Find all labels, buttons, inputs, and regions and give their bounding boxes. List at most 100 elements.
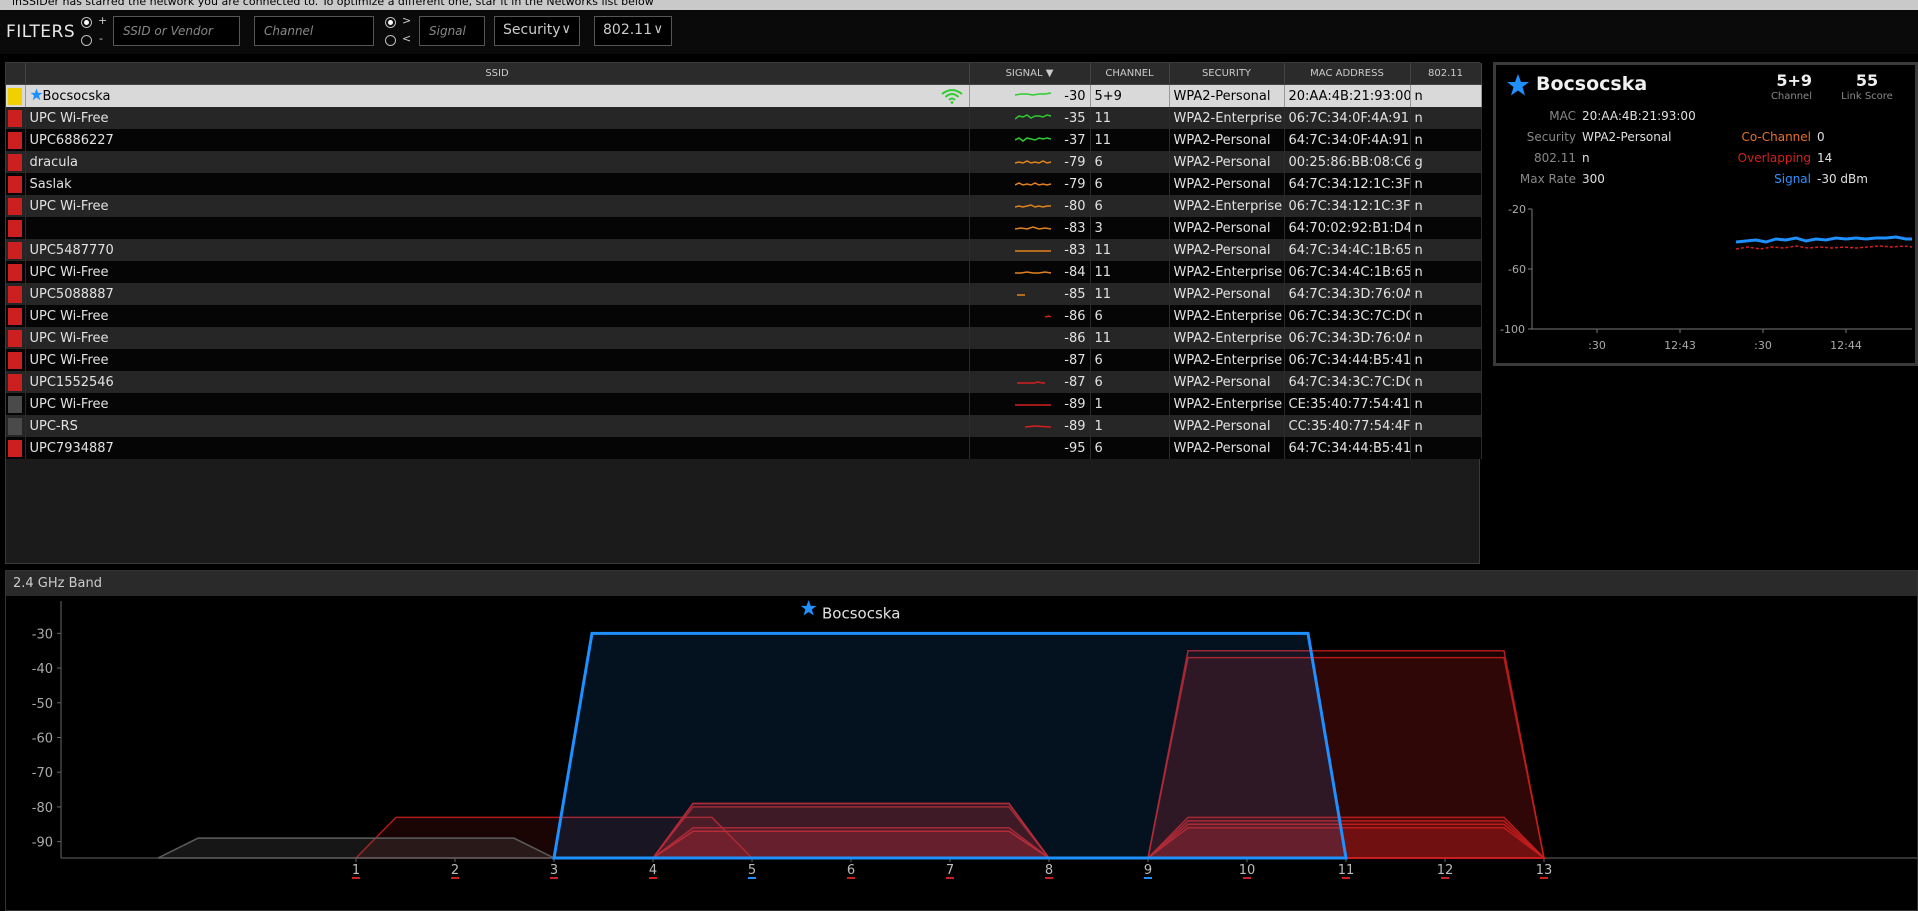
table-row[interactable]: UPC-RS -89 1 WPA2-Personal CC:35:40:77:54:4F… (6, 415, 1482, 437)
ssid-text: UPC6886227 (29, 132, 114, 148)
column-header-security[interactable]: SECURITY (1169, 63, 1285, 85)
ssid-exclude-radio[interactable] (81, 35, 92, 46)
signal-greater-symbol: > (402, 14, 412, 27)
cell-ssid (25, 217, 970, 239)
ssid-include-radio[interactable] (81, 17, 92, 28)
color-swatch (8, 109, 22, 127)
cell-mac: 64:7C:34:3D:76:0A (1284, 283, 1411, 305)
column-header-channel[interactable]: CHANNEL (1090, 63, 1170, 85)
color-swatch (8, 153, 22, 171)
table-row[interactable]: UPC5487770 -83 11 WPA2-Personal 64:7C:34:4C:… (6, 239, 1482, 261)
band-x-tick-label: 9 (1144, 863, 1152, 878)
column-header-ssid[interactable]: SSID (25, 63, 970, 85)
ssid-text: UPC5487770 (29, 242, 114, 258)
row-color-swatch[interactable] (6, 195, 26, 217)
table-row[interactable]: Saslak -79 6 WPA2-Personal 64:7C:34:12:1C:3F… (6, 173, 1482, 195)
table-row[interactable]: UPC1552546 -87 6 WPA2-Personal 64:7C:34:3C:7… (6, 371, 1482, 393)
cell-mode: n (1410, 437, 1482, 459)
cell-mac: 64:7C:34:0F:4A:91 (1284, 129, 1411, 151)
mode-select-label: 802.11 (603, 22, 652, 38)
security-select[interactable]: Security ∨ (494, 16, 580, 46)
detail-mac-value: 20:AA:4B:21:93:00 (1582, 109, 1696, 123)
cell-mode: n (1410, 217, 1482, 239)
channel-input[interactable]: Channel (254, 16, 374, 46)
row-color-swatch[interactable] (6, 349, 26, 371)
cell-security: WPA2-Personal (1169, 151, 1285, 173)
table-row[interactable]: UPC7934887 -95 6 WPA2-Personal 64:7C:34:44:B… (6, 437, 1482, 459)
cell-signal: -80 (969, 195, 1091, 217)
row-color-swatch[interactable] (6, 415, 26, 437)
row-color-swatch[interactable] (6, 84, 26, 107)
table-row[interactable]: dracula -79 6 WPA2-Personal 00:25:86:BB:08:C… (6, 151, 1482, 173)
cell-ssid: Saslak (25, 173, 970, 195)
detail-signal-line (1735, 235, 1912, 244)
band-chart-panel: 2.4 GHz Band -30 -40 -50 -60 -70 -80 -90 1 2 3 4 5 6… (5, 570, 1918, 911)
ssid-text: UPC Wi-Free (29, 330, 109, 346)
column-header-mac[interactable]: MAC ADDRESS (1284, 63, 1411, 85)
ssid-vendor-input[interactable]: SSID or Vendor (113, 16, 240, 46)
detail-graph-y-tick: -20 (1508, 203, 1526, 216)
cell-mode: n (1410, 415, 1482, 437)
table-row[interactable]: -83 3 WPA2-Personal 64:70:02:92:B1:D4 n (6, 217, 1482, 239)
signal-input[interactable]: Signal (419, 16, 485, 46)
star-icon[interactable] (30, 88, 43, 101)
table-row[interactable]: UPC Wi-Free -35 11 WPA2-Enterprise 06:7C:34:… (6, 107, 1482, 129)
cell-mode: n (1410, 371, 1482, 393)
signal-value: -79 (1064, 176, 1086, 192)
row-color-swatch[interactable] (6, 151, 26, 173)
row-color-swatch[interactable] (6, 305, 26, 327)
signal-less-radio[interactable] (385, 35, 396, 46)
row-color-swatch[interactable] (6, 327, 26, 349)
signal-value: -83 (1064, 242, 1086, 258)
table-row[interactable]: UPC Wi-Free -80 6 WPA2-Enterprise 06:7C:34:1… (6, 195, 1482, 217)
row-color-swatch[interactable] (6, 107, 26, 129)
band-x-tick-label: 7 (946, 863, 954, 878)
table-row[interactable]: Bocsocska -30 5+9 WPA2-Personal 20:AA:4B:21:… (6, 84, 1482, 107)
cell-ssid: UPC Wi-Free (25, 349, 970, 371)
row-color-swatch[interactable] (6, 393, 26, 415)
signal-greater-radio[interactable] (385, 17, 396, 28)
cell-mac: 64:7C:34:3C:7C:DC (1284, 371, 1411, 393)
cell-mac: 64:7C:34:44:B5:41 (1284, 437, 1411, 459)
signal-value: -86 (1064, 330, 1086, 346)
cell-security: WPA2-Personal (1169, 283, 1285, 305)
ssid-text: UPC-RS (29, 418, 78, 434)
table-row[interactable]: UPC Wi-Free -89 1 WPA2-Enterprise CE:35:40:7… (6, 393, 1482, 415)
color-swatch (8, 175, 22, 193)
signal-sparkline (1014, 160, 1051, 164)
cell-channel: 6 (1090, 371, 1170, 393)
signal-value: -87 (1064, 374, 1086, 390)
row-color-swatch[interactable] (6, 283, 26, 305)
row-color-swatch[interactable] (6, 129, 26, 151)
table-row[interactable]: UPC Wi-Free -86 6 WPA2-Enterprise 06:7C:34:3… (6, 305, 1482, 327)
signal-sparkline (1014, 114, 1051, 120)
cell-signal: -87 (969, 349, 1091, 371)
row-color-swatch[interactable] (6, 239, 26, 261)
column-header-signal[interactable]: SIGNAL ▼ (969, 63, 1091, 85)
signal-sparkline (1024, 425, 1051, 428)
detail-mode-label: 802.11 (1534, 151, 1576, 165)
color-swatch (8, 307, 22, 325)
ssid-exclude-symbol: - (99, 32, 103, 45)
row-color-swatch[interactable] (6, 217, 26, 239)
table-row[interactable]: UPC5088887 -85 11 WPA2-Personal 64:7C:34:3D:… (6, 283, 1482, 305)
cell-mode: n (1410, 349, 1482, 371)
column-header-mode[interactable]: 802.11 (1410, 63, 1482, 85)
cell-mac: 00:25:86:BB:08:C6 (1284, 151, 1411, 173)
table-row[interactable]: UPC6886227 -37 11 WPA2-Personal 64:7C:34:0F:… (6, 129, 1482, 151)
row-color-swatch[interactable] (6, 371, 26, 393)
table-row[interactable]: UPC Wi-Free -84 11 WPA2-Enterprise 06:7C:34:… (6, 261, 1482, 283)
detail-cochannel-label: Co-Channel (1741, 130, 1811, 144)
row-color-swatch[interactable] (6, 173, 26, 195)
star-icon[interactable] (1506, 73, 1530, 97)
table-row[interactable]: UPC Wi-Free -86 11 WPA2-Enterprise 06:7C:34:… (6, 327, 1482, 349)
detail-overlapping-value: 14 (1817, 151, 1833, 165)
starred-network-trapezoid[interactable] (552, 631, 1348, 860)
table-row[interactable]: UPC Wi-Free -87 6 WPA2-Enterprise 06:7C:34:4… (6, 349, 1482, 371)
network-trapezoid[interactable] (157, 837, 555, 859)
cell-ssid: UPC Wi-Free (25, 393, 970, 415)
mode-select[interactable]: 802.11 ∨ (594, 16, 672, 46)
row-color-swatch[interactable] (6, 261, 26, 283)
band-x-tick-label: 12 (1437, 863, 1454, 878)
row-color-swatch[interactable] (6, 437, 26, 459)
